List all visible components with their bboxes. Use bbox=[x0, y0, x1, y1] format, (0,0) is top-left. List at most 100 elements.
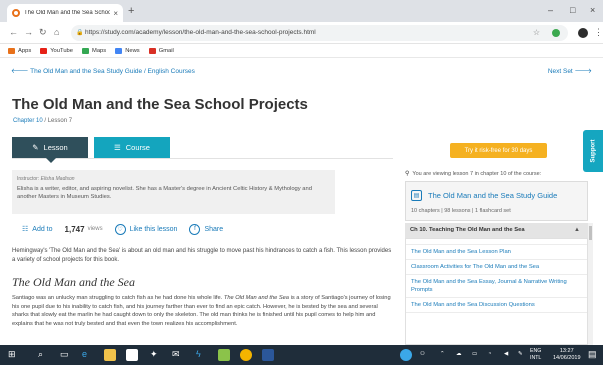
battery-icon[interactable]: ▭ bbox=[472, 351, 477, 357]
lesson-body: Santiago was an unlucky man struggling t… bbox=[12, 294, 393, 329]
views-count: 1,747 bbox=[64, 224, 85, 234]
list-item[interactable]: The Old Man and the Sea Discussion Quest… bbox=[406, 298, 587, 313]
reload-icon[interactable]: ↻ bbox=[39, 27, 47, 38]
file-explorer-icon[interactable] bbox=[104, 349, 116, 361]
new-tab-button[interactable]: + bbox=[128, 5, 134, 17]
bookmark-apps[interactable]: Apps bbox=[8, 47, 32, 54]
page-title: The Old Man and the Sea School Projects bbox=[12, 96, 308, 113]
gmail-icon bbox=[148, 47, 156, 54]
support-tab[interactable]: Support bbox=[583, 130, 603, 172]
list-item[interactable]: The Old Man and the Sea Lesson Plan bbox=[406, 245, 587, 260]
menu-kebab-icon[interactable]: ⋮ bbox=[594, 27, 603, 38]
minimize-button[interactable]: – bbox=[548, 5, 553, 15]
profile-avatar[interactable] bbox=[578, 28, 588, 38]
lock-icon: 🔒 bbox=[76, 30, 84, 36]
language-layout: INTL bbox=[530, 355, 542, 361]
free-trial-button[interactable]: Try it risk-free for 30 days bbox=[450, 143, 547, 158]
app-green-icon[interactable] bbox=[218, 349, 230, 361]
breadcrumb-text: The Old Man and the Sea Study Guide / En… bbox=[30, 68, 195, 75]
mail-icon[interactable]: ✉ bbox=[172, 349, 180, 360]
bookmark-youtube[interactable]: YouTube bbox=[40, 47, 73, 54]
instructor-label: Instructor: bbox=[17, 176, 40, 182]
instructor-name[interactable]: Elisha Madison bbox=[41, 176, 75, 182]
people-icon[interactable]: ⚇ bbox=[420, 351, 425, 357]
list-scrollbar[interactable] bbox=[588, 223, 593, 345]
viewing-note-text: You are viewing lesson 7 in chapter 10 o… bbox=[412, 170, 542, 177]
home-icon[interactable]: ⌂ bbox=[54, 27, 59, 37]
body-text-a: Santiago was an unlucky man struggling t… bbox=[12, 295, 224, 301]
maps-icon bbox=[82, 47, 89, 54]
course-card[interactable]: ▤ The Old Man and the Sea Study Guide 10… bbox=[405, 181, 588, 221]
notifications-icon[interactable]: ▤ bbox=[588, 349, 597, 360]
extension-icon[interactable] bbox=[552, 29, 560, 37]
tab-close-icon[interactable]: × bbox=[113, 9, 118, 18]
app-bolt-icon[interactable]: ϟ bbox=[196, 349, 201, 359]
study-favicon-icon bbox=[12, 9, 20, 17]
edge-icon[interactable]: e bbox=[82, 349, 87, 359]
maximize-button[interactable]: □ bbox=[570, 5, 575, 15]
bookmark-star-icon[interactable]: ☆ bbox=[533, 25, 540, 41]
system-clock[interactable]: 13:27 14/06/2019 bbox=[553, 348, 581, 362]
chrome-icon[interactable] bbox=[240, 349, 252, 361]
chapter-breadcrumb: Chapter 10 / Lesson 7 bbox=[13, 118, 72, 124]
bookmark-label: Apps bbox=[18, 47, 32, 54]
pen-icon[interactable]: ✎ bbox=[518, 351, 523, 357]
breadcrumb[interactable]: 🡐 The Old Man and the Sea Study Guide / … bbox=[11, 67, 195, 75]
course-name[interactable]: The Old Man and the Sea Study Guide bbox=[428, 191, 557, 200]
bookmark-maps[interactable]: Maps bbox=[82, 47, 107, 54]
tab-lesson[interactable]: ✎ Lesson bbox=[12, 137, 88, 158]
forward-arrow-icon[interactable]: → bbox=[24, 27, 33, 37]
course-meta: 10 chapters | 98 lessons | 1 flashcard s… bbox=[411, 208, 511, 214]
back-arrow-icon[interactable]: ← bbox=[9, 27, 18, 37]
store-icon[interactable] bbox=[126, 349, 138, 361]
bookmark-label: Maps bbox=[92, 47, 107, 54]
scrollbar-thumb[interactable] bbox=[589, 226, 592, 240]
course-book-icon: ▤ bbox=[411, 190, 422, 201]
cloud-icon[interactable]: ☁ bbox=[456, 351, 462, 357]
url-input[interactable]: 🔒 https://study.com/academy/lesson/the-o… bbox=[71, 25, 568, 41]
list-item[interactable]: Classroom Activities for The Old Man and… bbox=[406, 260, 587, 275]
task-view-icon[interactable]: ▭ bbox=[60, 349, 69, 360]
tray-chevron-icon[interactable]: ⌃ bbox=[440, 351, 445, 357]
viewing-note: ⚲ You are viewing lesson 7 in chapter 10… bbox=[405, 170, 542, 178]
list-item[interactable]: The Old Man and the Sea Essay, Journal &… bbox=[406, 275, 587, 298]
lesson-number: / Lesson 7 bbox=[44, 118, 73, 124]
like-button[interactable]: ♡ Like this lesson bbox=[114, 223, 177, 235]
language-indicator[interactable]: ENG INTL bbox=[530, 348, 541, 362]
clock-date: 14/06/2019 bbox=[553, 355, 581, 361]
next-set-link[interactable]: Next Set 🡒 bbox=[548, 67, 592, 75]
windows-start-icon[interactable]: ⊞ bbox=[8, 349, 16, 360]
dropbox-icon[interactable]: ✦ bbox=[150, 349, 158, 360]
instructor-bio: Elisha is a writer, editor, and aspiring… bbox=[17, 185, 312, 201]
browser-tab[interactable]: The Old Man and the Sea School × bbox=[7, 4, 123, 22]
share-button[interactable]: f Share bbox=[189, 223, 223, 235]
bookmark-news[interactable]: News bbox=[115, 47, 140, 54]
support-label: Support bbox=[590, 139, 596, 163]
tab-divider bbox=[12, 158, 393, 159]
tab-course[interactable]: ☰ Course bbox=[94, 137, 170, 158]
network-icon[interactable]: ◔ bbox=[488, 351, 491, 357]
apps-grid-icon bbox=[8, 47, 15, 54]
tray-app-icon[interactable] bbox=[400, 349, 412, 361]
section-heading: The Old Man and the Sea bbox=[12, 275, 135, 289]
lesson-intro: Hemingway's 'The Old Man and the Sea' is… bbox=[12, 248, 392, 263]
location-pin-icon: ⚲ bbox=[405, 171, 410, 177]
views-label: views bbox=[87, 226, 103, 232]
caret-up-icon[interactable]: ▲ bbox=[574, 223, 580, 238]
chapter-link[interactable]: Chapter 10 bbox=[13, 118, 43, 124]
instructor-label-row: Instructor: Elisha Madison bbox=[17, 175, 330, 184]
active-tab-pointer bbox=[46, 158, 56, 163]
chapter-accordion-header[interactable]: Ch 10. Teaching The Old Man and the Sea … bbox=[405, 223, 588, 238]
next-set-label: Next Set bbox=[547, 68, 573, 75]
thumbs-up-icon: ♡ bbox=[114, 223, 126, 235]
volume-icon[interactable]: ◀ bbox=[504, 351, 508, 357]
chapter-heading: Ch 10. Teaching The Old Man and the Sea bbox=[410, 227, 525, 233]
facebook-icon: f bbox=[189, 223, 201, 235]
search-icon[interactable]: ⌕ bbox=[38, 349, 43, 360]
news-icon bbox=[115, 47, 123, 54]
bookmark-gmail[interactable]: Gmail bbox=[148, 47, 174, 54]
add-to-button[interactable]: ☷ Add to bbox=[22, 225, 53, 234]
close-window-button[interactable]: × bbox=[590, 5, 595, 15]
browser-tab-bar: The Old Man and the Sea School × + – □ × bbox=[0, 0, 603, 22]
word-icon[interactable] bbox=[262, 349, 274, 361]
